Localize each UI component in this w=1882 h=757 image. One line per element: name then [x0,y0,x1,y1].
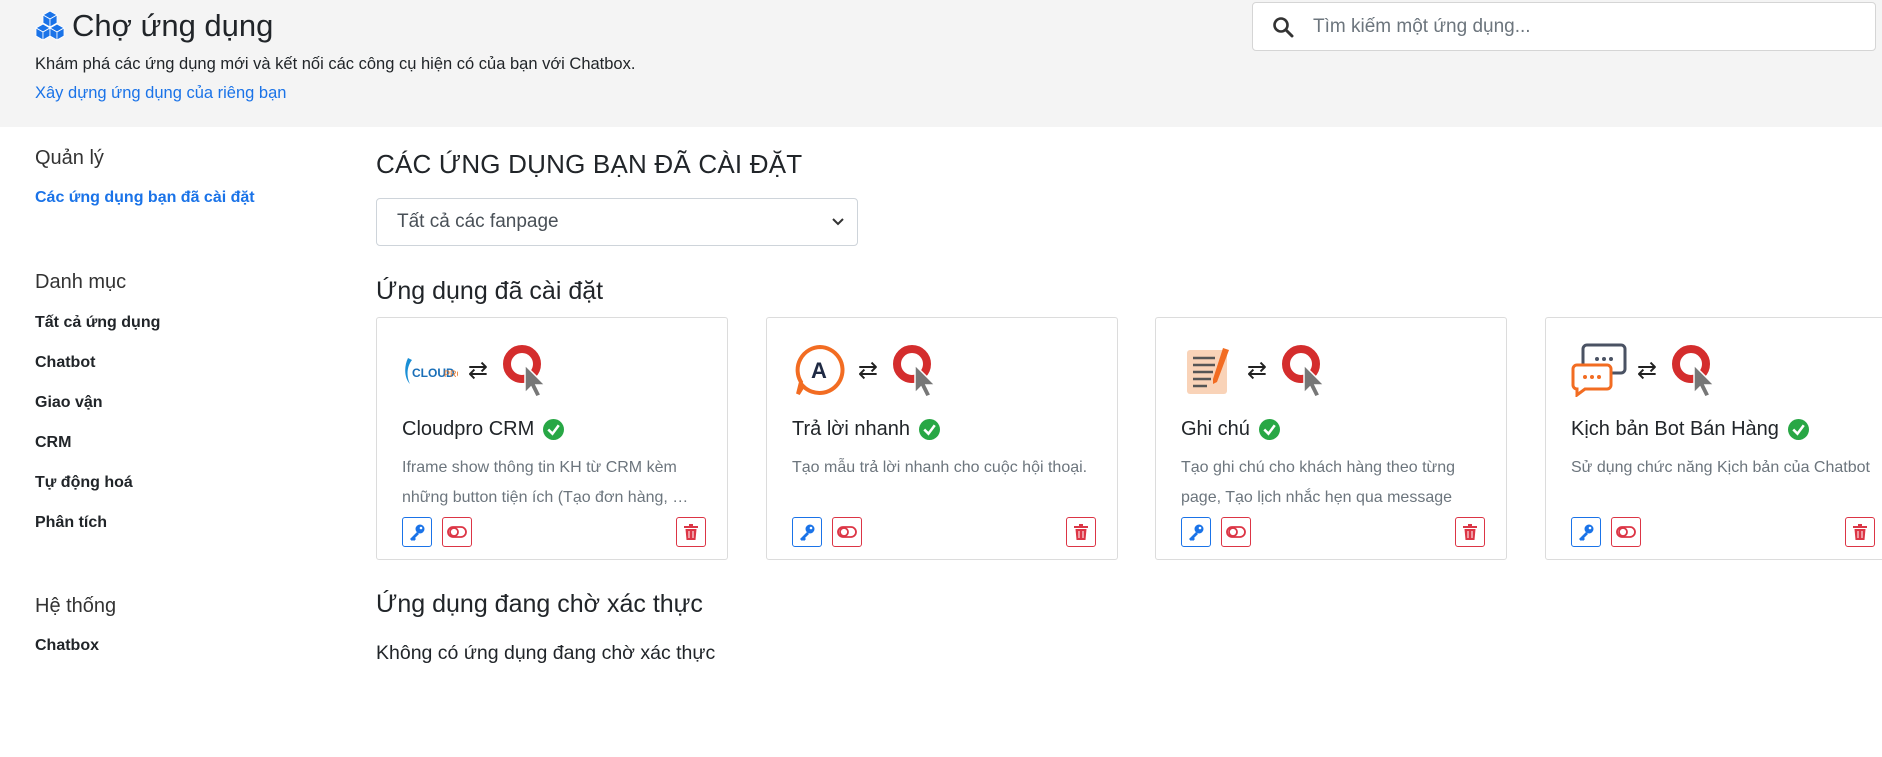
app-description: Tạo mẫu trả lời nhanh cho cuộc hội thoại… [792,459,1088,476]
key-button[interactable] [792,517,822,547]
card-actions [792,517,1096,547]
sidebar-item-chatbox[interactable]: Chatbox [35,637,99,655]
build-own-app-link[interactable]: Xây dựng ứng dụng của riêng bạn [35,84,286,103]
sidebar-heading-system: Hệ thống [35,595,117,617]
sidebar-item-automation[interactable]: Tự động hoá [35,474,133,492]
chatbox-logo-icon [888,342,944,398]
app-name: Trả lời nhanh [792,418,910,440]
pending-empty-message: Không có ứng dụng đang chờ xác thực [376,642,716,664]
trash-icon [1463,524,1477,540]
cubes-logo-icon [35,10,65,41]
card-icons: ⇄ [1181,342,1333,398]
sidebar-heading-manage: Quản lý [35,147,104,169]
key-button[interactable] [402,517,432,547]
card-icons: ⇄ [1571,342,1723,398]
delete-button[interactable] [1066,517,1096,547]
swap-arrows-icon: ⇄ [858,356,879,384]
sidebar-item-installed-apps[interactable]: Các ứng dụng bạn đã cài đặt [35,189,255,207]
sidebar-item-analytics[interactable]: Phân tích [35,514,107,532]
card-icons: A ⇄ [792,342,944,398]
card-name-row: Cloudpro CRM [402,418,565,441]
app-description: Sử dụng chức năng Kịch bản của Chatbot [1571,459,1870,476]
quick-reply-logo-icon: A [792,342,848,398]
verified-check-icon [1787,419,1809,440]
sidebar-item-all-apps[interactable]: Tất cả ứng dụng [35,314,160,332]
trash-icon [1853,524,1867,540]
search-input[interactable] [1313,15,1875,38]
page-header: Chợ ứng dụng Khám phá các ứng dụng mới v… [0,0,1882,127]
verified-check-icon [1258,419,1280,440]
fanpage-select[interactable]: Tất cả các fanpage [376,198,858,246]
app-card-cloudpro[interactable]: CLOUD PRO ⇄ Cloudpro CRM Iframe show thô… [376,317,728,560]
card-name-row: Kịch bản Bot Bán Hàng [1571,418,1809,441]
app-card-notes[interactable]: ⇄ Ghi chú Tạo ghi chú cho khách hàng the… [1155,317,1507,560]
toggle-button[interactable] [442,517,472,547]
app-name: Kịch bản Bot Bán Hàng [1571,418,1779,440]
search-box[interactable] [1252,2,1876,51]
key-icon [1579,524,1594,541]
card-name-row: Ghi chú [1181,418,1280,441]
key-button[interactable] [1571,517,1601,547]
toggle-icon [837,526,857,538]
delete-button[interactable] [1845,517,1875,547]
chatbox-logo-icon [1277,342,1333,398]
chatbox-logo-icon [498,342,554,398]
sidebar-item-delivery[interactable]: Giao vận [35,394,103,412]
note-logo-icon [1181,342,1237,398]
title-row: Chợ ứng dụng [34,8,273,44]
card-icons: CLOUD PRO ⇄ [402,342,554,398]
sidebar-item-crm[interactable]: CRM [35,434,71,452]
key-button[interactable] [1181,517,1211,547]
svg-text:PRO: PRO [444,369,458,379]
key-icon [800,524,815,541]
search-icon [1253,3,1313,50]
app-card-quick-reply[interactable]: A ⇄ Trả lời nhanh Tạo mẫu trả lời nhanh … [766,317,1118,560]
swap-arrows-icon: ⇄ [1247,356,1268,384]
trash-icon [1074,524,1088,540]
swap-arrows-icon: ⇄ [468,356,489,384]
delete-button[interactable] [1455,517,1485,547]
pending-apps-title: Ứng dụng đang chờ xác thực [376,590,703,618]
sidebar-item-chatbot[interactable]: Chatbot [35,354,95,372]
toggle-button[interactable] [1611,517,1641,547]
toggle-button[interactable] [1221,517,1251,547]
verified-check-icon [919,419,940,440]
svg-text:A: A [811,358,827,383]
app-description: Tạo ghi chú cho khách hàng theo từng pag… [1181,459,1456,506]
sidebar-heading-category: Danh mục [35,271,127,293]
installed-apps-title: Ứng dụng đã cài đặt [376,277,604,305]
app-name: Ghi chú [1181,418,1250,440]
toggle-icon [1616,526,1636,538]
chevron-down-icon [832,218,844,226]
page-subtitle: Khám phá các ứng dụng mới và kết nối các… [35,55,636,73]
verified-check-icon [543,419,565,440]
swap-arrows-icon: ⇄ [1637,356,1658,384]
delete-button[interactable] [676,517,706,547]
app-card-sales-bot-script[interactable]: ⇄ Kịch bản Bot Bán Hàng Sử dụng chức năn… [1545,317,1882,560]
trash-icon [684,524,698,540]
section-title: CÁC ỨNG DỤNG BẠN ĐÃ CÀI ĐẶT [376,149,803,179]
key-icon [1189,524,1204,541]
cloudpro-logo-icon: CLOUD PRO [402,342,458,398]
card-actions [402,517,706,547]
card-name-row: Trả lời nhanh [792,418,940,441]
chat-bubbles-logo-icon [1571,342,1627,398]
toggle-icon [1226,526,1246,538]
app-name: Cloudpro CRM [402,418,535,440]
card-actions [1181,517,1485,547]
app-description: Iframe show thông tin KH từ CRM kèm nhữn… [402,459,689,506]
fanpage-select-value: Tất cả các fanpage [397,211,559,232]
key-icon [410,524,425,541]
page-title: Chợ ứng dụng [72,8,274,43]
chatbox-logo-icon [1667,342,1723,398]
card-actions [1571,517,1875,547]
toggle-icon [447,526,467,538]
toggle-button[interactable] [832,517,862,547]
